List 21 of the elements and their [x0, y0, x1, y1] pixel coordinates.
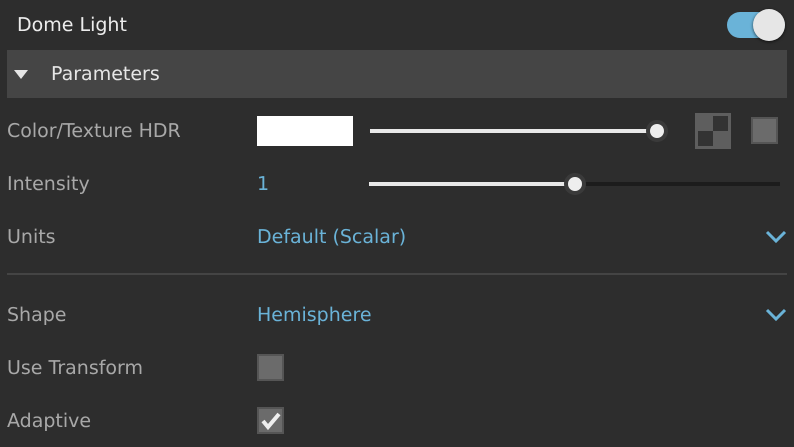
field-label: Color/Texture HDR [7, 120, 182, 142]
field-label: Shape [7, 304, 68, 326]
dropdown[interactable]: Default (Scalar) [257, 226, 787, 248]
section-header[interactable]: Parameters [7, 50, 787, 98]
field-label: Adaptive [7, 410, 92, 432]
toggle-switch[interactable] [727, 12, 785, 38]
slider-thumb[interactable] [646, 120, 668, 142]
slider-thumb[interactable] [564, 172, 586, 194]
checkbox[interactable] [257, 354, 284, 381]
checkbox[interactable] [257, 407, 284, 434]
chevron-down-icon [765, 308, 787, 322]
caret-icon [13, 68, 29, 80]
chevron-down-icon [765, 230, 787, 244]
field-label: Use Transform [7, 356, 144, 378]
field-label: Units [7, 226, 57, 248]
panel-title: Dome Light [17, 14, 127, 36]
checker-icon[interactable] [695, 112, 731, 148]
field-label: Intensity [7, 172, 91, 194]
color-swatch[interactable] [257, 116, 353, 146]
dropdown[interactable]: Hemisphere [257, 304, 787, 326]
value-text[interactable]: 1 [257, 172, 369, 194]
